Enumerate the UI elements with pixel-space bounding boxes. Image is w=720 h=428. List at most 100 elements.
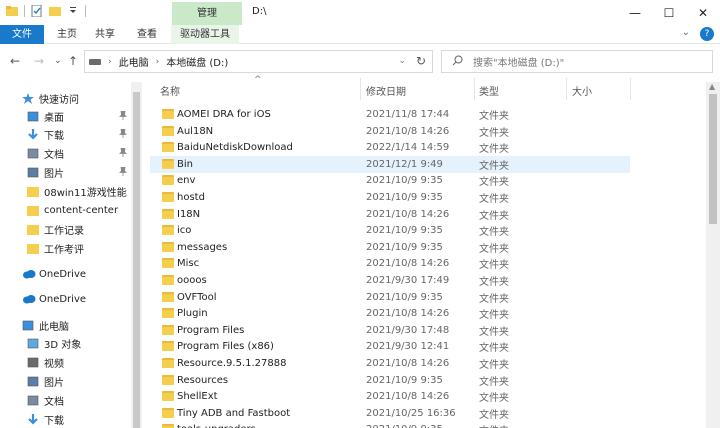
file-row[interactable]: Program Files 2021/9/30 17:48 文件夹 [150,322,630,339]
sidebar-item[interactable]: 图片 [27,164,64,181]
tab-file[interactable]: 文件 [0,25,44,44]
column-header-type[interactable]: 类型 [479,82,499,99]
folder-icon [162,258,174,269]
column-divider[interactable] [630,78,631,100]
sidebar-item[interactable]: OneDrive [22,291,86,308]
file-row[interactable]: AOMEI DRA for iOS 2021/11/8 17:44 文件夹 [150,106,630,123]
file-row[interactable]: Bin 2021/12/1 9:49 文件夹 [150,155,630,173]
sidebar-item-label: 工作考评 [44,245,84,256]
sidebar-item[interactable]: 桌面 [27,108,64,125]
sidebar-item[interactable]: content-center [27,202,118,219]
search-box[interactable]: 搜索"本地磁盘 (D:)" [441,50,713,73]
navigation-bar: ← → ⌄ ↑ › 此电脑 › 本地磁盘 (D:) ⌄ ↻ 搜索"本地磁盘 (D… [0,45,720,78]
file-row[interactable]: Tiny ADB and Fastboot 2021/10/25 16:36 文件夹 [150,405,630,422]
file-name: messages [177,241,228,253]
file-row[interactable]: OVFTool 2021/10/9 9:35 文件夹 [150,289,630,306]
breadcrumb-this-pc[interactable]: 此电脑 [119,54,149,69]
tab-drive-tools[interactable]: 驱动器工具 [171,25,239,44]
window-title: D:\ [252,6,267,17]
address-dropdown-icon[interactable]: ⌄ [398,56,406,66]
scrollbar-thumb[interactable] [709,94,717,224]
folder-icon [162,291,174,302]
divider [24,5,25,17]
file-row[interactable]: Resources 2021/10/9 9:35 文件夹 [150,372,630,389]
address-bar[interactable]: › 此电脑 › 本地磁盘 (D:) ⌄ ↻ [84,50,433,73]
sidebar-item[interactable]: 图片 [27,373,64,390]
file-row[interactable]: ShellExt 2021/10/8 14:26 文件夹 [150,388,630,405]
file-row[interactable]: oooos 2021/9/30 17:49 文件夹 [150,272,630,289]
tab-manage[interactable]: 管理 [172,2,242,25]
quick-access-toolbar [6,4,86,18]
file-date: 2021/10/8 14:26 [366,358,450,369]
sidebar-item-label: 视频 [44,359,64,370]
scrollbar-thumb[interactable] [133,92,140,428]
file-name: OVFTool [177,291,217,303]
file-row[interactable]: hostd 2021/10/9 9:35 文件夹 [150,189,630,206]
maximize-button[interactable]: ☐ [652,0,686,25]
file-row[interactable]: BaiduNetdiskDownload 2022/1/14 14:59 文件夹 [150,139,630,156]
sidebar-scrollbar[interactable] [131,82,142,428]
pin-icon [119,110,127,122]
sidebar-item-label: 工作记录 [44,226,84,237]
sidebar-item[interactable]: 下载 [27,126,64,143]
new-folder-icon[interactable] [49,5,61,17]
column-divider[interactable] [360,78,361,100]
up-button[interactable]: ↑ [68,54,78,68]
file-row[interactable]: messages 2021/10/9 9:35 文件夹 [150,239,630,256]
sidebar-item-label: content-center [44,205,119,216]
customize-toolbar-icon[interactable] [67,5,79,17]
file-row[interactable]: Misc 2021/10/8 14:26 文件夹 [150,255,630,272]
recent-locations-button[interactable]: ⌄ [54,56,62,66]
sidebar-item[interactable]: 文档 [27,392,64,409]
download-icon [27,414,39,425]
sidebar-item[interactable]: 工作记录 [27,221,84,238]
file-name: tools-upgraders [177,424,256,428]
file-row[interactable]: ico 2021/10/9 9:35 文件夹 [150,222,630,239]
column-header-name[interactable]: 名称 [160,82,180,99]
tab-share[interactable]: 共享 [86,25,124,44]
column-divider[interactable] [474,78,475,100]
file-list-scrollbar[interactable]: ▲ [706,82,720,428]
sidebar-item[interactable]: 下载 [27,411,64,428]
close-button[interactable]: ✕ [686,0,720,25]
file-row[interactable]: Program Files (x86) 2021/9/30 12:41 文件夹 [150,338,630,355]
breadcrumb-drive-d[interactable]: 本地磁盘 (D:) [166,54,228,69]
column-header-size[interactable]: 大小 [572,82,592,99]
file-name: Tiny ADB and Fastboot [177,407,291,419]
pin-icon [119,166,127,178]
ribbon-collapse-icon[interactable]: ⌄ [682,27,690,41]
file-row[interactable]: Aul18N 2021/10/8 14:26 文件夹 [150,123,630,140]
search-icon [452,55,463,69]
help-icon[interactable]: ? [700,27,714,41]
scroll-up-icon[interactable]: ▲ [709,82,715,91]
file-row[interactable]: env 2021/10/9 9:35 文件夹 [150,172,630,189]
sidebar-item[interactable]: 3D 对象 [27,335,81,352]
file-row[interactable]: Plugin 2021/10/8 14:26 文件夹 [150,305,630,322]
file-date: 2021/10/9 9:35 [366,225,443,237]
refresh-button[interactable]: ↻ [416,54,426,68]
sidebar-item-label: OneDrive [39,269,87,280]
sidebar-item[interactable]: 08win11游戏性能 [27,183,127,200]
file-row[interactable]: I18N 2021/10/8 14:26 文件夹 [150,206,630,223]
sidebar-item[interactable]: OneDrive [22,266,86,283]
forward-button[interactable]: → [34,54,44,68]
chevron-right-icon[interactable]: › [156,57,160,67]
properties-icon[interactable] [31,4,43,18]
sidebar-item[interactable]: 工作考评 [27,240,84,257]
column-header-date[interactable]: 修改日期 [366,82,406,99]
back-button[interactable]: ← [10,54,20,68]
file-name: hostd [177,192,205,203]
sidebar-item[interactable]: 视频 [27,354,64,371]
file-date: 2021/10/8 14:26 [366,125,450,137]
minimize-button[interactable]: — [618,0,652,25]
sidebar-item[interactable]: 快速访问 [22,90,79,107]
file-row[interactable]: tools-upgraders 2021/10/9 9:35 文件夹 [150,421,630,428]
file-type: 文件夹 [479,393,509,405]
tab-home[interactable]: 主页 [48,25,86,44]
tab-view[interactable]: 查看 [128,25,166,44]
chevron-right-icon[interactable]: › [108,57,112,67]
column-divider[interactable] [566,78,567,100]
sidebar-item[interactable]: 此电脑 [22,317,69,334]
file-row[interactable]: Resource.9.5.1.27888 2021/10/8 14:26 文件夹 [150,355,630,372]
sidebar-item[interactable]: 文档 [27,145,64,162]
